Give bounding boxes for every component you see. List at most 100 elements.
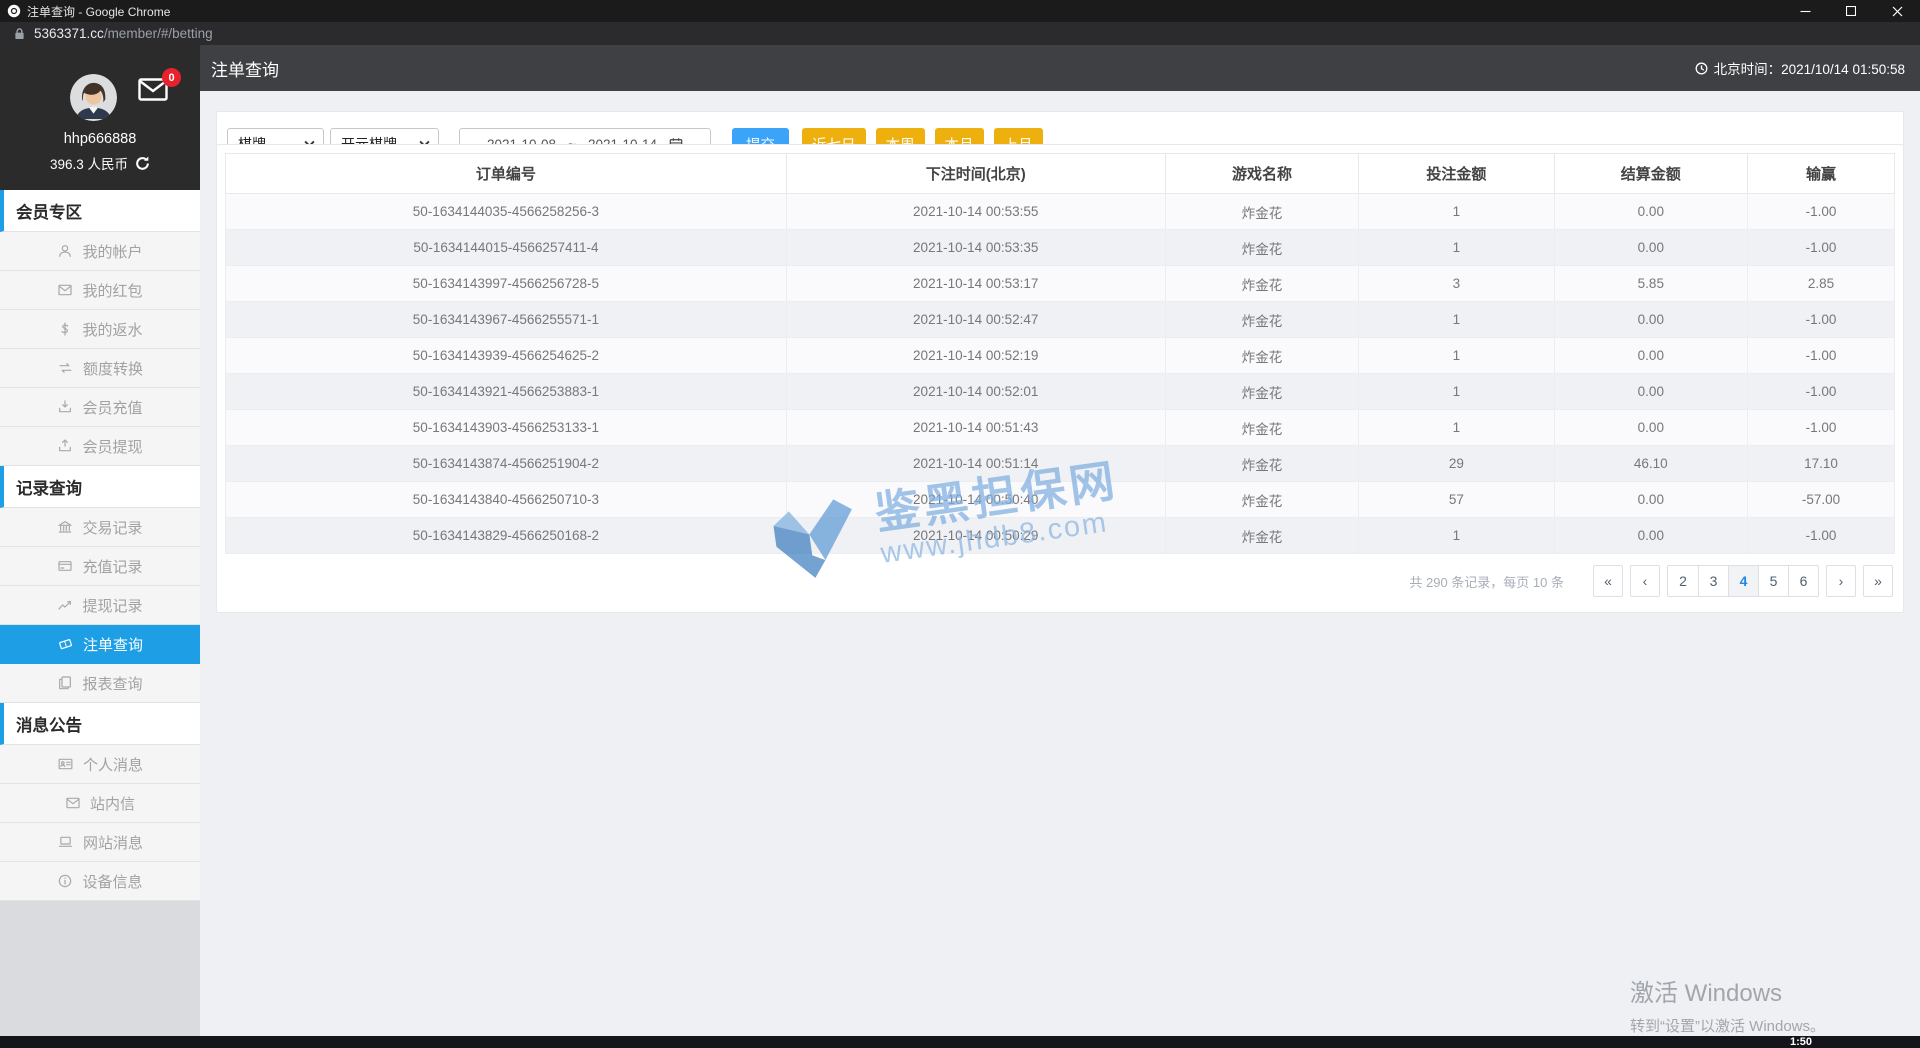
ticket-icon: [57, 636, 74, 652]
sidebar-item-laptop[interactable]: 网站消息: [0, 823, 200, 862]
pagination-page-2[interactable]: 2: [1668, 566, 1698, 596]
mail-icon[interactable]: 0: [138, 68, 181, 101]
column-header: 输赢: [1747, 153, 1895, 194]
table-cell: 2021-10-14 00:53:35: [785, 229, 1166, 266]
table-cell: 0.00: [1553, 193, 1749, 230]
table-cell: 炸金花: [1164, 517, 1360, 554]
sidebar-item-label: 注单查询: [82, 636, 143, 654]
table-cell: 50-1634143921-4566253883-1: [225, 373, 787, 410]
table-cell: 50-1634143840-4566250710-3: [225, 481, 787, 518]
minimize-button[interactable]: [1782, 0, 1828, 22]
sidebar-item-label: 额度转换: [82, 360, 143, 378]
sidebar-item-label: 设备信息: [82, 873, 143, 891]
table-cell: 炸金花: [1164, 301, 1360, 338]
pagination-page-5[interactable]: 5: [1758, 566, 1788, 596]
sidebar-item-dollar[interactable]: 我的返水: [0, 310, 200, 349]
table-cell: 50-1634144015-4566257411-4: [225, 229, 787, 266]
table-row: 50-1634143921-4566253883-1 2021-10-14 00:…: [225, 373, 1895, 410]
pagination-page-6[interactable]: 6: [1788, 566, 1818, 596]
column-header: 游戏名称: [1164, 153, 1360, 194]
sidebar-section-header: 会员专区: [0, 190, 200, 232]
table-cell: 1: [1358, 301, 1555, 338]
sidebar-item-label: 站内信: [89, 795, 135, 813]
main-area: 注单查询 北京时间：2021/10/14 01:50:58 棋牌 开元棋牌 20…: [200, 45, 1920, 1036]
sidebar-item-info[interactable]: 设备信息: [0, 862, 200, 901]
table-cell: 2.85: [1747, 265, 1895, 302]
sidebar-item-bank[interactable]: 交易记录: [0, 508, 200, 547]
sidebar-item-user[interactable]: 我的帐户: [0, 232, 200, 271]
table-cell: 0.00: [1553, 337, 1749, 374]
maximize-button[interactable]: [1828, 0, 1874, 22]
credit-card-icon: [57, 558, 73, 574]
table-cell: -1.00: [1747, 193, 1895, 230]
avatar: [70, 74, 117, 121]
table-cell: 50-1634143967-4566255571-1: [225, 301, 787, 338]
sidebar-item-label: 会员提现: [82, 438, 143, 456]
pagination: 共 290 条记录，每页 10 条 « ‹ 23456 › »: [225, 554, 1895, 608]
table-cell: 50-1634143874-4566251904-2: [225, 445, 787, 482]
table-cell: 1: [1358, 373, 1555, 410]
table-cell: 3: [1358, 265, 1555, 302]
clock-icon: [1695, 62, 1708, 75]
table-cell: 17.10: [1747, 445, 1895, 482]
table-cell: 1: [1358, 337, 1555, 374]
sidebar-menu: 会员专区我的帐户我的红包 我的返水额度转换会员充值会员提现记录查询 交易记录充值记录…: [0, 190, 200, 901]
table-cell: 29: [1358, 445, 1555, 482]
sidebar-item-deposit[interactable]: 会员充值: [0, 388, 200, 427]
maximize-icon: [1846, 6, 1856, 16]
close-button[interactable]: [1874, 0, 1920, 22]
table-cell: -1.00: [1747, 301, 1895, 338]
table-row: 50-1634143939-4566254625-2 2021-10-14 00:…: [225, 337, 1895, 374]
sidebar-item-label: 充值记录: [82, 558, 143, 576]
sidebar-item-id-card[interactable]: 个人消息: [0, 745, 200, 784]
sidebar-item-envelope[interactable]: 站内信: [0, 784, 200, 823]
betting-table-panel: 订单编号 下注时间(北京) 游戏名称 投注金额 结算金额 输赢 50-1634144035…: [216, 144, 1904, 613]
table-row: 50-1634143829-4566250168-2 2021-10-14 00:…: [225, 517, 1895, 554]
sidebar-item-ticket[interactable]: 注单查询: [0, 625, 200, 664]
column-header: 结算金额: [1553, 153, 1749, 194]
table-row: 50-1634143903-4566253133-1 2021-10-14 00:…: [225, 409, 1895, 446]
table-cell: 50-1634143829-4566250168-2: [225, 517, 787, 554]
sidebar-item-chart-line[interactable]: 提现记录: [0, 586, 200, 625]
sidebar-item-label: 个人消息: [82, 756, 143, 774]
table-cell: 炸金花: [1164, 481, 1360, 518]
taskbar-clock: 1:50: [1790, 1036, 1813, 1048]
pagination-page-4[interactable]: 4: [1728, 566, 1758, 596]
pagination-page-3[interactable]: 3: [1698, 566, 1728, 596]
table-cell: 46.10: [1553, 445, 1749, 482]
sidebar-item-report[interactable]: 报表查询: [0, 664, 200, 703]
table-cell: 50-1634143903-4566253133-1: [225, 409, 787, 446]
table-row: 50-1634143840-4566250710-3 2021-10-14 00:…: [225, 481, 1895, 518]
sidebar-item-red-envelope[interactable]: 我的红包: [0, 271, 200, 310]
url-bar[interactable]: 5363371.cc/member/#/betting: [0, 22, 1920, 45]
pagination-last-button[interactable]: »: [1863, 565, 1893, 597]
username: hhp666888: [63, 131, 137, 147]
pagination-prev-button[interactable]: ‹: [1630, 565, 1660, 597]
sidebar-section-header: 记录查询: [0, 466, 200, 508]
report-icon: [57, 675, 73, 691]
sidebar-section-header: 消息公告: [0, 703, 200, 745]
url-path: /member/#/betting: [103, 26, 213, 41]
id-card-icon: [57, 756, 74, 772]
dollar-icon: [57, 321, 73, 337]
user-icon: [57, 243, 73, 259]
refresh-icon[interactable]: [135, 155, 150, 171]
table-cell: -57.00: [1747, 481, 1895, 518]
url-domain: 5363371.cc: [34, 26, 104, 41]
sidebar-item-withdraw[interactable]: 会员提现: [0, 427, 200, 466]
close-icon: [1892, 6, 1902, 16]
table-cell: 1: [1358, 229, 1555, 266]
info-icon: [57, 873, 73, 889]
pagination-next-button[interactable]: ›: [1826, 565, 1856, 597]
sidebar-item-swap[interactable]: 额度转换: [0, 349, 200, 388]
table-cell: -1.00: [1747, 373, 1895, 410]
table-cell: 炸金花: [1164, 409, 1360, 446]
sidebar-item-label: 我的帐户: [82, 243, 143, 261]
table-cell: 2021-10-14 00:52:47: [785, 301, 1166, 338]
deposit-icon: [57, 399, 73, 415]
sidebar-item-credit-card[interactable]: 充值记录: [0, 547, 200, 586]
swap-icon: [57, 360, 74, 376]
pagination-first-button[interactable]: «: [1593, 565, 1623, 597]
sidebar-item-label: 报表查询: [82, 675, 143, 693]
window-titlebar: 注单查询 - Google Chrome: [0, 0, 1920, 22]
